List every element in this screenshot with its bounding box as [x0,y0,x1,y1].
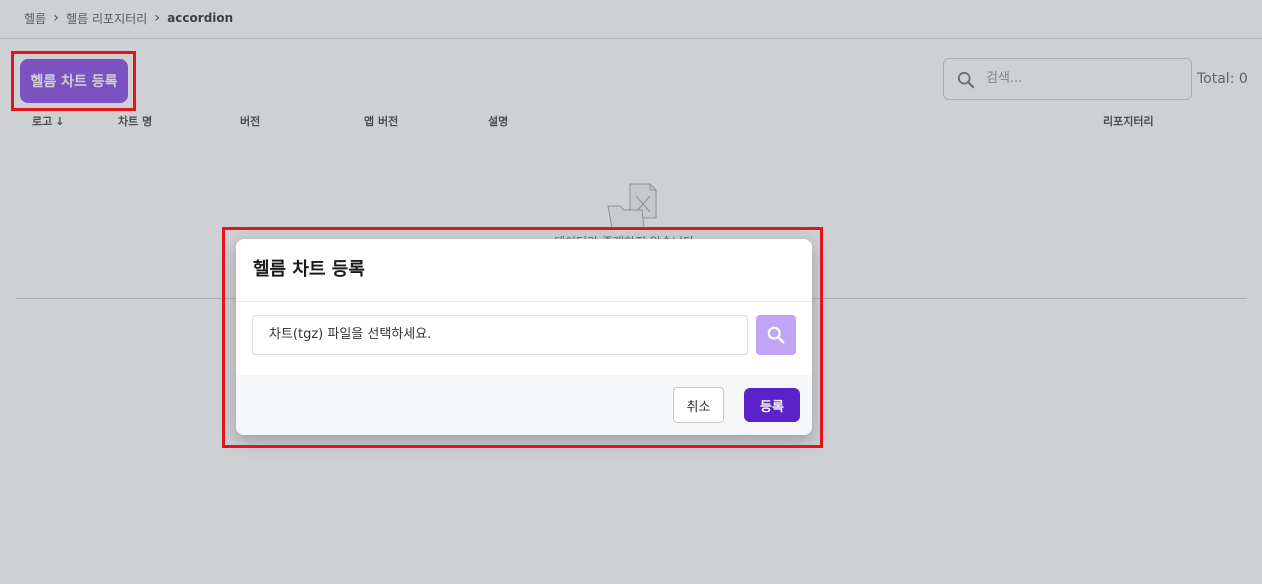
annotation-highlight-register-button [11,51,136,111]
annotation-highlight-dialog [222,227,823,448]
